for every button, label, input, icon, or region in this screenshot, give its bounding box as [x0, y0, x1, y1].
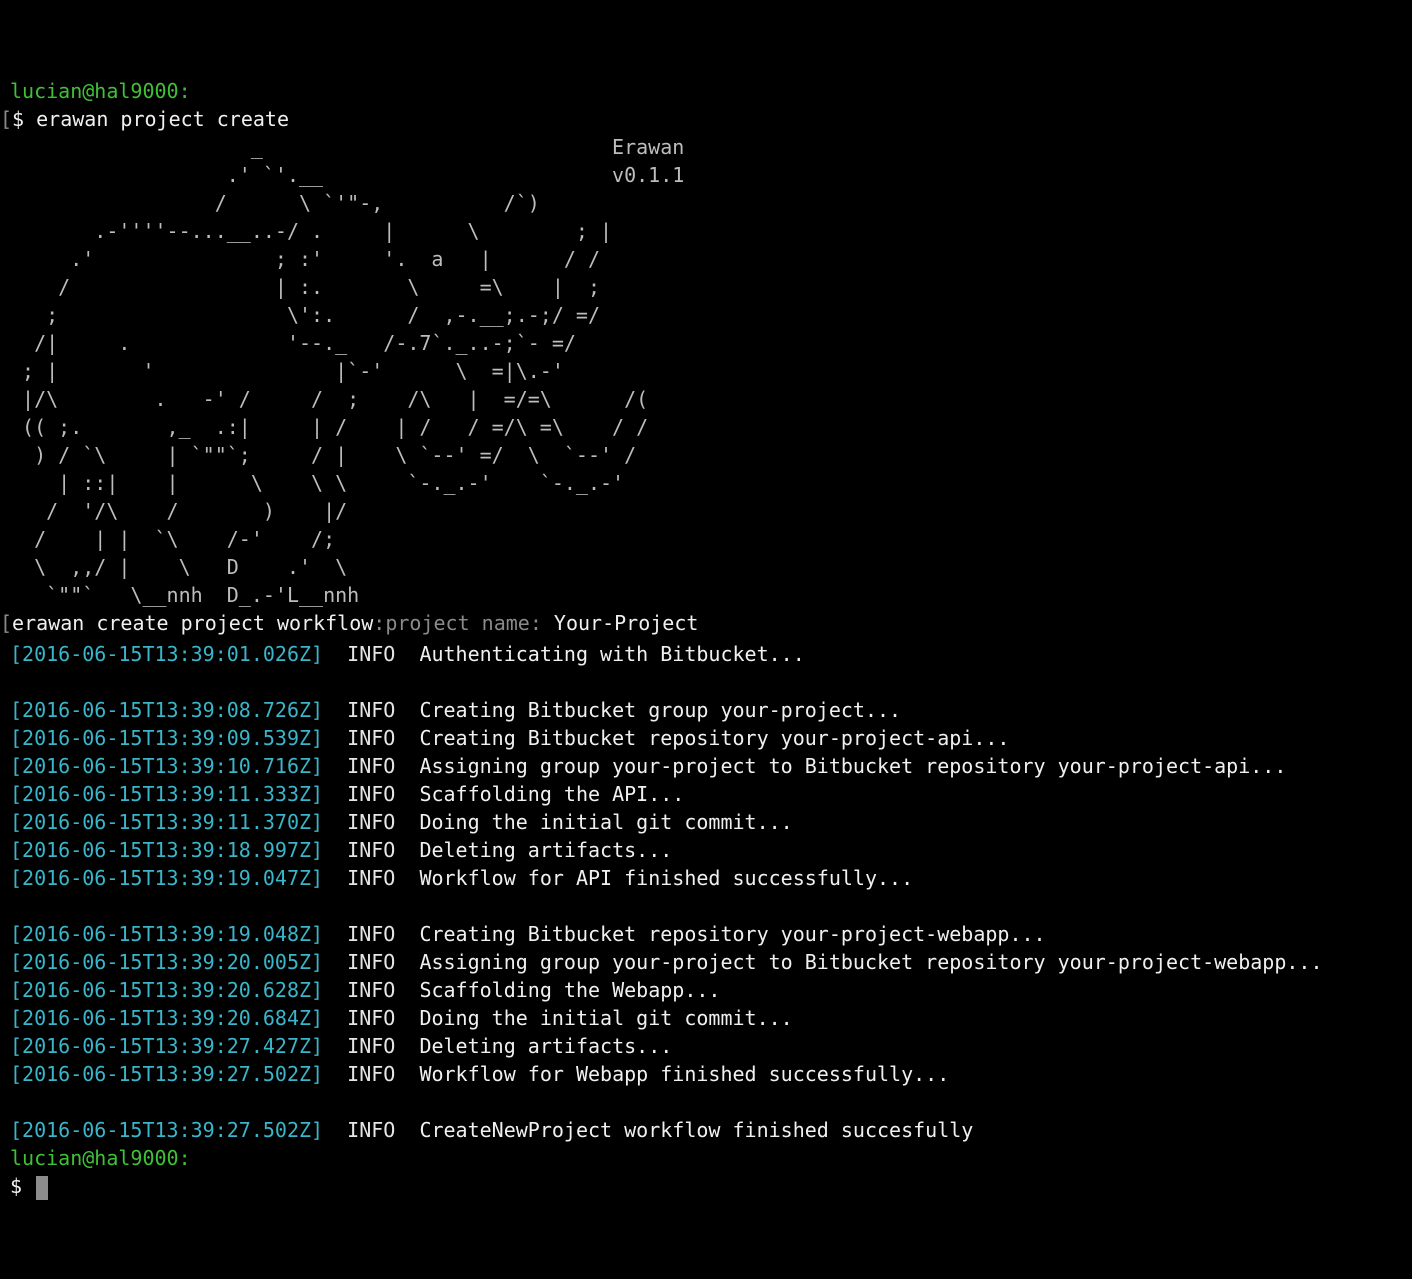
log-timestamp: [2016-06-15T13:39:27.502Z]	[10, 1118, 324, 1142]
log-message: Creating Bitbucket repository your-proje…	[419, 922, 1046, 946]
log-message: Creating Bitbucket group your-project...	[419, 698, 902, 722]
log-message: Doing the initial git commit...	[419, 810, 793, 834]
log-message: Deleting artifacts...	[419, 1034, 673, 1058]
log-line: [2016-06-15T13:39:27.427Z] INFO Deleting…	[10, 1032, 1412, 1060]
log-timestamp: [2016-06-15T13:39:19.048Z]	[10, 922, 324, 946]
log-level: INFO	[347, 642, 396, 666]
workflow-answer: Your-Project	[553, 611, 699, 635]
log-message: Doing the initial git commit...	[419, 1006, 793, 1030]
log-line: [2016-06-15T13:39:01.026Z] INFO Authenti…	[10, 640, 1412, 668]
log-level: INFO	[347, 922, 396, 946]
log-message: Creating Bitbucket repository your-proje…	[419, 726, 1010, 750]
line-wrap-bracket: [	[0, 611, 13, 635]
workflow-label: erawan create project workflow	[12, 611, 374, 635]
log-timestamp: [2016-06-15T13:39:08.726Z]	[10, 698, 324, 722]
log-timestamp: [2016-06-15T13:39:27.427Z]	[10, 1034, 324, 1058]
log-line: [2016-06-15T13:39:19.047Z] INFO Workflow…	[10, 864, 1412, 892]
log-timestamp: [2016-06-15T13:39:19.047Z]	[10, 866, 324, 890]
prompt-symbol: $	[10, 1174, 35, 1198]
log-level: INFO	[347, 978, 396, 1002]
log-timestamp: [2016-06-15T13:39:11.370Z]	[10, 810, 324, 834]
log-output: [2016-06-15T13:39:01.026Z] INFO Authenti…	[10, 640, 1412, 1144]
log-level: INFO	[347, 866, 396, 890]
prompt-user-host: lucian@hal9000:	[10, 79, 191, 103]
log-timestamp: [2016-06-15T13:39:20.005Z]	[10, 950, 324, 974]
log-line: [2016-06-15T13:39:20.628Z] INFO Scaffold…	[10, 976, 1412, 1004]
log-line: [2016-06-15T13:39:27.502Z] INFO CreateNe…	[10, 1116, 1412, 1144]
terminal-window[interactable]: lucian@hal9000: [$ erawan project create…	[0, 77, 1412, 1200]
workflow-colon: :	[373, 611, 386, 635]
log-level: INFO	[347, 1118, 396, 1142]
text-cursor[interactable]	[36, 1175, 49, 1200]
ascii-art-elephant-logo: _ Erawan .' `'.__ v0.1.1 / \ `'"-, /`) .…	[22, 135, 685, 607]
log-line: [2016-06-15T13:39:09.539Z] INFO Creating…	[10, 724, 1412, 752]
log-level: INFO	[347, 950, 396, 974]
active-prompt-line[interactable]: $	[10, 1172, 1412, 1200]
log-message: Deleting artifacts...	[419, 838, 673, 862]
log-timestamp: [2016-06-15T13:39:20.684Z]	[10, 1006, 324, 1030]
log-level: INFO	[347, 838, 396, 862]
log-level: INFO	[347, 1062, 396, 1086]
log-line: [2016-06-15T13:39:27.502Z] INFO Workflow…	[10, 1060, 1412, 1088]
log-message: Assigning group your-project to Bitbucke…	[419, 950, 1323, 974]
log-message: Authenticating with Bitbucket...	[419, 642, 805, 666]
log-level: INFO	[347, 726, 396, 750]
log-level: INFO	[347, 1006, 396, 1030]
log-line: [2016-06-15T13:39:20.005Z] INFO Assignin…	[10, 948, 1412, 976]
log-timestamp: [2016-06-15T13:39:01.026Z]	[10, 642, 324, 666]
workflow-prompt-line: [erawan create project workflow:project …	[0, 609, 1412, 637]
log-line: [2016-06-15T13:39:19.048Z] INFO Creating…	[10, 920, 1412, 948]
log-level: INFO	[347, 810, 396, 834]
command-line: [$ erawan project create	[0, 105, 1412, 133]
log-level: INFO	[347, 782, 396, 806]
log-message: Scaffolding the Webapp...	[419, 978, 721, 1002]
log-timestamp: [2016-06-15T13:39:10.716Z]	[10, 754, 324, 778]
prompt-user-host: lucian@hal9000:	[10, 1146, 191, 1170]
log-level: INFO	[347, 698, 396, 722]
log-timestamp: [2016-06-15T13:39:18.997Z]	[10, 838, 324, 862]
log-line: [2016-06-15T13:39:10.716Z] INFO Assignin…	[10, 752, 1412, 780]
log-timestamp: [2016-06-15T13:39:27.502Z]	[10, 1062, 324, 1086]
log-line: [2016-06-15T13:39:08.726Z] INFO Creating…	[10, 696, 1412, 724]
log-level: INFO	[347, 754, 396, 778]
command-text: erawan project create	[36, 107, 290, 131]
log-timestamp: [2016-06-15T13:39:09.539Z]	[10, 726, 324, 750]
log-line: [2016-06-15T13:39:11.370Z] INFO Doing th…	[10, 808, 1412, 836]
log-level: INFO	[347, 1034, 396, 1058]
log-message: CreateNewProject workflow finished succe…	[419, 1118, 974, 1142]
log-message: Assigning group your-project to Bitbucke…	[419, 754, 1287, 778]
log-timestamp: [2016-06-15T13:39:20.628Z]	[10, 978, 324, 1002]
log-line: [2016-06-15T13:39:18.997Z] INFO Deleting…	[10, 836, 1412, 864]
workflow-question: project name:	[385, 611, 554, 635]
log-message: Workflow for API finished successfully..…	[419, 866, 914, 890]
line-wrap-bracket: [	[0, 107, 13, 131]
log-timestamp: [2016-06-15T13:39:11.333Z]	[10, 782, 324, 806]
log-line: [2016-06-15T13:39:11.333Z] INFO Scaffold…	[10, 780, 1412, 808]
log-message: Scaffolding the API...	[419, 782, 685, 806]
prompt-symbol: $	[12, 107, 37, 131]
log-line: [2016-06-15T13:39:20.684Z] INFO Doing th…	[10, 1004, 1412, 1032]
log-message: Workflow for Webapp finished successfull…	[419, 1062, 950, 1086]
